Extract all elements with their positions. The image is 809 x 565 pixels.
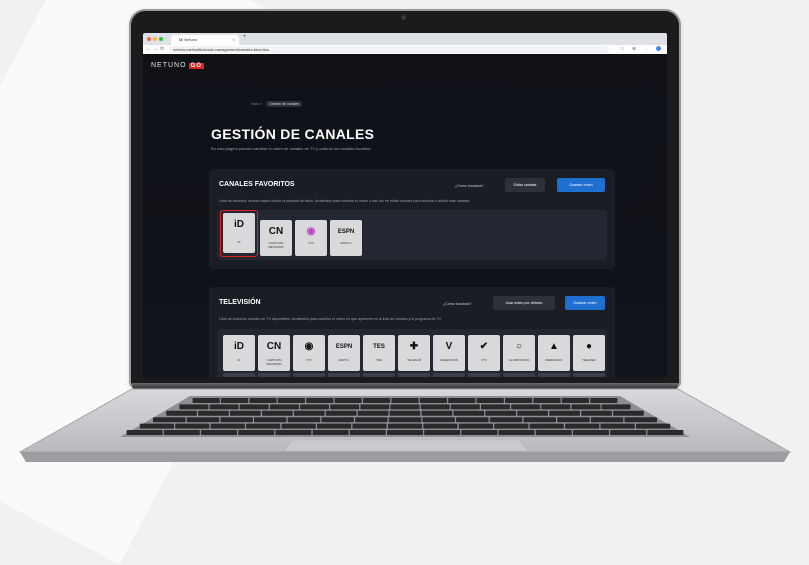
keyboard-key[interactable] xyxy=(277,398,305,403)
keyboard-key[interactable] xyxy=(312,430,349,435)
keyboard-key[interactable] xyxy=(561,398,589,403)
laptop-base xyxy=(18,388,792,462)
keyboard-key[interactable] xyxy=(529,423,564,429)
keyboard-key[interactable] xyxy=(481,404,510,410)
keyboard-key[interactable] xyxy=(209,404,239,410)
keyboard-key[interactable] xyxy=(275,430,312,435)
keyboard-key[interactable] xyxy=(360,404,390,410)
keyboard-key[interactable] xyxy=(390,404,420,410)
keyboard-key[interactable] xyxy=(192,398,220,403)
keyboard-key[interactable] xyxy=(549,410,580,416)
keyboard-key[interactable] xyxy=(601,404,631,410)
keyboard-key[interactable] xyxy=(175,423,210,429)
keyboard-key[interactable] xyxy=(613,410,644,416)
keyboard-key[interactable] xyxy=(571,404,601,410)
keyboard-key[interactable] xyxy=(511,404,541,410)
keyboard-key[interactable] xyxy=(505,398,533,403)
keyboard-key[interactable] xyxy=(387,430,423,435)
keyboard-key[interactable] xyxy=(254,417,287,423)
keyboard-key[interactable] xyxy=(126,430,163,435)
keyboard-key[interactable] xyxy=(262,410,293,416)
keyboard-key[interactable] xyxy=(246,423,281,429)
keyboard-key[interactable] xyxy=(153,417,186,423)
keyboard-key[interactable] xyxy=(163,430,200,435)
keyboard-key[interactable] xyxy=(419,398,447,403)
keyboard-key[interactable] xyxy=(269,404,299,410)
keyboard-key[interactable] xyxy=(535,430,572,435)
keyboard-key[interactable] xyxy=(590,398,618,403)
keyboard-key[interactable] xyxy=(523,417,557,423)
keyboard-key[interactable] xyxy=(456,417,489,423)
trackpad[interactable] xyxy=(283,439,529,452)
keyboard-key[interactable] xyxy=(220,417,253,423)
keyboard-key[interactable] xyxy=(281,423,316,429)
keyboard-key[interactable] xyxy=(565,423,600,429)
keyboard-key[interactable] xyxy=(317,423,352,429)
keyboard-key[interactable] xyxy=(179,404,209,410)
keyboard-key[interactable] xyxy=(476,398,504,403)
keyboard-key[interactable] xyxy=(590,417,624,423)
keyboard-key[interactable] xyxy=(300,404,329,410)
keyboard-key[interactable] xyxy=(349,430,386,435)
keyboard-key[interactable] xyxy=(249,398,277,403)
keyboard-key[interactable] xyxy=(230,410,261,416)
keyboard-key[interactable] xyxy=(239,404,269,410)
keyboard-key[interactable] xyxy=(485,410,517,416)
keyboard-key[interactable] xyxy=(238,430,275,435)
keyboard-key[interactable] xyxy=(458,423,493,429)
keyboard-key[interactable] xyxy=(325,410,357,416)
keyboard-key[interactable] xyxy=(166,410,197,416)
keyboard-key[interactable] xyxy=(610,430,647,435)
keyboard-key[interactable] xyxy=(186,417,220,423)
keyboard-key[interactable] xyxy=(600,423,635,429)
keyboard-key[interactable] xyxy=(334,398,362,403)
keyboard-key[interactable] xyxy=(647,430,684,435)
keyboard-key[interactable] xyxy=(422,417,455,423)
keyboard-key[interactable] xyxy=(420,404,450,410)
keyboard-key[interactable] xyxy=(461,430,498,435)
keyboard-key[interactable] xyxy=(636,423,671,429)
keyboard-key[interactable] xyxy=(363,398,391,403)
keyboard-key[interactable] xyxy=(198,410,229,416)
keyboard-key[interactable] xyxy=(453,410,485,416)
keyboard-key[interactable] xyxy=(533,398,561,403)
keyboard-key[interactable] xyxy=(494,423,529,429)
keyboard-key[interactable] xyxy=(624,417,658,423)
laptop-front-edge xyxy=(20,452,790,462)
keyboard-key[interactable] xyxy=(581,410,612,416)
keyboard-key[interactable] xyxy=(388,417,422,423)
keyboard-key[interactable] xyxy=(573,430,609,435)
keyboard-key[interactable] xyxy=(355,417,388,423)
keyboard-key[interactable] xyxy=(557,417,590,423)
keyboard-key[interactable] xyxy=(448,398,476,403)
keyboard-key[interactable] xyxy=(221,398,249,403)
keyboard-key[interactable] xyxy=(498,430,535,435)
keyboard-key[interactable] xyxy=(387,423,423,429)
keyboard-key[interactable] xyxy=(389,410,421,416)
keyboard-key[interactable] xyxy=(357,410,389,416)
keyboard-key[interactable] xyxy=(293,410,325,416)
keyboard-key[interactable] xyxy=(489,417,523,423)
keyboard-key[interactable] xyxy=(423,423,458,429)
keyboard-key[interactable] xyxy=(210,423,245,429)
keyboard-key[interactable] xyxy=(201,430,237,435)
keyboard-key[interactable] xyxy=(352,423,387,429)
keyboard-key[interactable] xyxy=(424,430,461,435)
keyboard-key[interactable] xyxy=(517,410,548,416)
keyboard-key[interactable] xyxy=(321,417,354,423)
keyboard-key[interactable] xyxy=(139,423,174,429)
keyboard-key[interactable] xyxy=(330,404,360,410)
keyboard-key[interactable] xyxy=(306,398,334,403)
keyboard-key[interactable] xyxy=(421,410,453,416)
keyboard-key[interactable] xyxy=(541,404,571,410)
keyboard-key[interactable] xyxy=(287,417,321,423)
keyboard-key[interactable] xyxy=(450,404,480,410)
keyboard-key[interactable] xyxy=(391,398,419,403)
